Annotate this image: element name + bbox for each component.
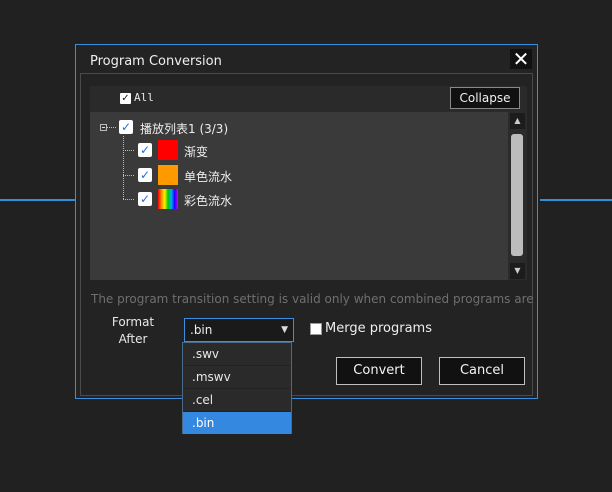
scroll-thumb[interactable] (511, 134, 523, 256)
background-line-right (540, 199, 612, 201)
all-checkbox[interactable]: ✓ (120, 93, 131, 104)
format-selected-value: .bin (190, 323, 213, 337)
tree-connector (123, 175, 134, 176)
scroll-up-icon[interactable]: ▲ (510, 113, 525, 129)
scroll-down-icon[interactable]: ▼ (510, 263, 525, 279)
dialog-content-frame: ✓ All Collapse ✓ 播放列表1 (3/3) ✓ 渐变 ✓ 单色流水 (80, 73, 533, 396)
convert-button[interactable]: Convert (336, 357, 422, 385)
format-option-bin[interactable]: .bin (183, 411, 291, 434)
format-after-label: Format After (103, 314, 163, 348)
format-option-mswv[interactable]: .mswv (183, 365, 291, 388)
playlist-label: 播放列表1 (3/3) (140, 122, 229, 136)
program-label: 渐变 (184, 145, 209, 159)
format-option-cel[interactable]: .cel (183, 388, 291, 411)
format-label-line1: Format (111, 315, 155, 329)
format-select[interactable]: .bin ▼ (184, 318, 294, 342)
format-label-line2: After (118, 332, 148, 346)
program-checkbox[interactable]: ✓ (138, 168, 152, 182)
collapse-button[interactable]: Collapse (450, 87, 520, 109)
format-dropdown-list: .swv .mswv .cel .bin (182, 342, 292, 434)
dropdown-arrow-icon: ▼ (281, 325, 288, 335)
merge-programs-checkbox[interactable] (310, 323, 322, 335)
close-icon[interactable]: ✕ (510, 49, 532, 69)
tree-header: ✓ All Collapse (90, 86, 527, 112)
program-checkbox[interactable]: ✓ (138, 143, 152, 157)
program-conversion-dialog: Program Conversion ✕ ✓ All Collapse ✓ 播放… (75, 44, 538, 399)
background-line-left (0, 199, 76, 201)
playlist-checkbox[interactable]: ✓ (119, 120, 133, 134)
tree-connector (123, 136, 124, 199)
program-label: 彩色流水 (184, 194, 233, 208)
cancel-button[interactable]: Cancel (439, 357, 525, 385)
program-color-swatch (158, 140, 178, 160)
minus-box-icon[interactable] (100, 124, 107, 131)
tree-connector (107, 127, 116, 128)
program-checkbox[interactable]: ✓ (138, 192, 152, 206)
all-label: All (134, 91, 154, 104)
program-rainbow-swatch (158, 189, 178, 209)
program-tree: ✓ All Collapse ✓ 播放列表1 (3/3) ✓ 渐变 ✓ 单色流水 (90, 86, 527, 280)
tree-scrollbar[interactable]: ▲ ▼ (508, 112, 527, 280)
tree-connector (123, 150, 134, 151)
info-text: The program transition setting is valid … (91, 292, 533, 306)
format-option-swv[interactable]: .swv (183, 343, 291, 365)
dialog-title: Program Conversion (90, 54, 222, 69)
tree-connector (123, 199, 134, 200)
merge-programs-label: Merge programs (325, 321, 432, 336)
program-color-swatch (158, 165, 178, 185)
program-label: 单色流水 (184, 170, 233, 184)
